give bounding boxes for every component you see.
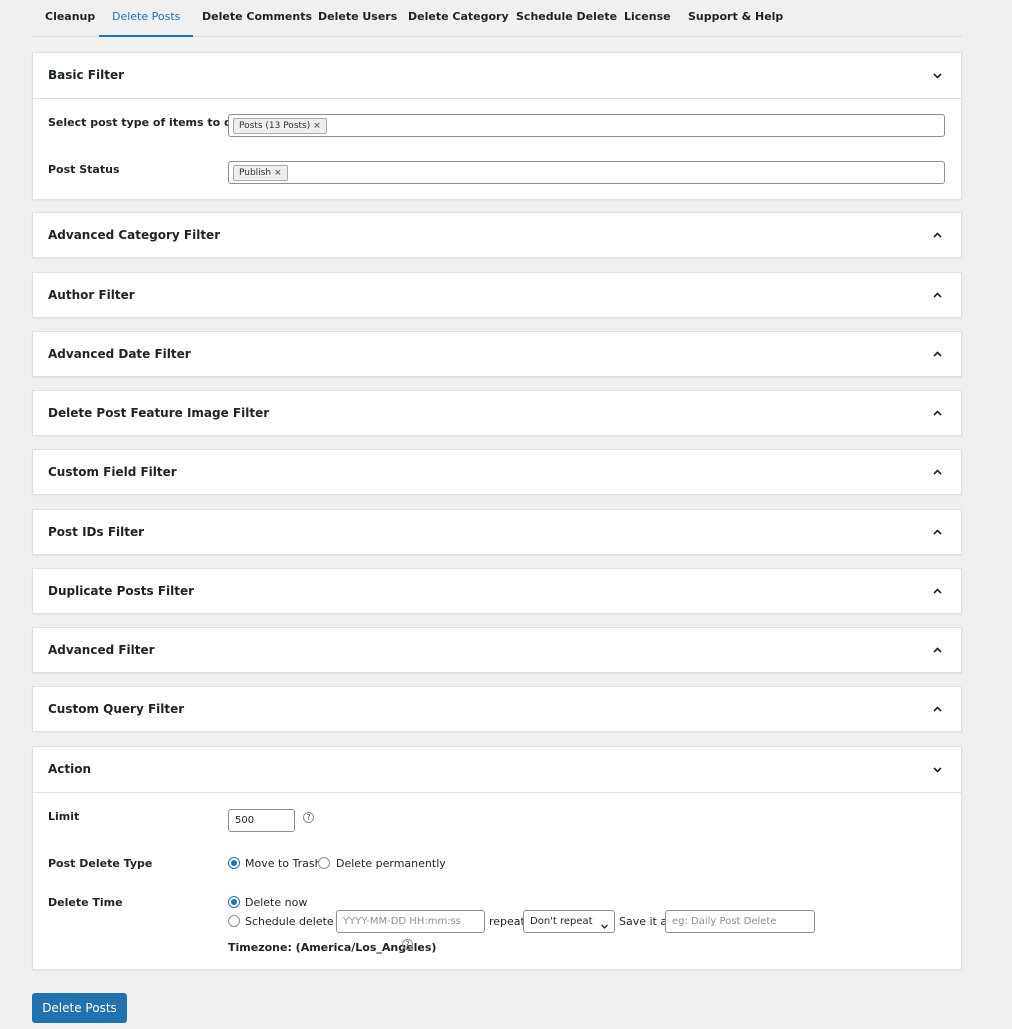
help-icon[interactable]: ?	[303, 812, 314, 823]
delete-permanently-label: Delete permanently	[336, 857, 446, 870]
chevron-down-icon[interactable]	[932, 764, 943, 775]
delete-time-label: Delete Time	[48, 896, 123, 909]
chevron-down-icon	[600, 918, 609, 939]
panel-header[interactable]: Author Filter	[33, 273, 961, 319]
tab-delete-posts[interactable]: Delete Posts	[99, 0, 194, 37]
advanced-date-filter-panel[interactable]: Advanced Date Filter	[32, 331, 962, 377]
chevron-up-icon[interactable]	[932, 645, 943, 656]
tab-cleanup[interactable]: Cleanup	[45, 0, 95, 37]
custom-query-filter-panel[interactable]: Custom Query Filter	[32, 686, 962, 732]
panel-header[interactable]: Advanced Date Filter	[33, 332, 961, 378]
panel-title: Action	[48, 762, 92, 776]
repeat-value: Don't repeat	[530, 916, 593, 927]
tab-delete-users[interactable]: Delete Users	[318, 0, 397, 37]
panel-header[interactable]: Duplicate Posts Filter	[33, 569, 961, 615]
tab-license[interactable]: License	[624, 0, 671, 37]
panel-title: Delete Post Feature Image Filter	[48, 406, 270, 420]
chevron-up-icon[interactable]	[932, 527, 943, 538]
close-icon[interactable]: ×	[274, 168, 282, 178]
help-icon[interactable]: ?	[402, 939, 413, 950]
move-to-trash-radio[interactable]	[228, 857, 240, 869]
panel-title: Duplicate Posts Filter	[48, 584, 195, 598]
panel-title: Basic Filter	[48, 68, 125, 82]
post-status-select[interactable]: Publish ×	[228, 161, 945, 184]
limit-input[interactable]: 500	[228, 809, 295, 832]
panel-title: Custom Field Filter	[48, 465, 177, 479]
panel-header[interactable]: Advanced Filter	[33, 628, 961, 674]
custom-field-filter-panel[interactable]: Custom Field Filter	[32, 449, 962, 495]
action-panel: Action Limit 500 ? Post Delete Type Move…	[32, 746, 962, 970]
advanced-category-filter-panel[interactable]: Advanced Category Filter	[32, 212, 962, 258]
tag-label: Publish	[239, 168, 272, 178]
panel-title: Author Filter	[48, 288, 135, 302]
panel-title: Post IDs Filter	[48, 525, 145, 539]
advanced-filter-panel[interactable]: Advanced Filter	[32, 627, 962, 673]
chevron-up-icon[interactable]	[932, 230, 943, 241]
post-status-tag: Publish ×	[233, 165, 288, 181]
post-ids-filter-panel[interactable]: Post IDs Filter	[32, 509, 962, 555]
post-status-label: Post Status	[48, 163, 120, 176]
delete-now-radio[interactable]	[228, 896, 240, 908]
panel-header[interactable]: Post IDs Filter	[33, 510, 961, 556]
tab-delete-comments[interactable]: Delete Comments	[202, 0, 312, 37]
panel-header[interactable]: Custom Query Filter	[33, 687, 961, 733]
delete-permanently-radio[interactable]	[318, 857, 330, 869]
limit-label: Limit	[48, 810, 80, 823]
schedule-delete-radio[interactable]	[228, 915, 240, 927]
feature-image-filter-panel[interactable]: Delete Post Feature Image Filter	[32, 390, 962, 436]
schedule-datetime-input[interactable]: YYYY-MM-DD HH:mm:ss	[336, 910, 485, 933]
repeat-label: repeat	[489, 915, 525, 928]
panel-title: Advanced Date Filter	[48, 347, 191, 361]
tab-support-help[interactable]: Support & Help	[688, 0, 783, 37]
author-filter-panel[interactable]: Author Filter	[32, 272, 962, 318]
chevron-up-icon[interactable]	[932, 586, 943, 597]
post-type-select[interactable]: Posts (13 Posts) ×	[228, 114, 945, 137]
panel-header[interactable]: Custom Field Filter	[33, 450, 961, 496]
repeat-select[interactable]: Don't repeat	[523, 910, 615, 933]
chevron-up-icon[interactable]	[932, 704, 943, 715]
basic-filter-header[interactable]: Basic Filter	[33, 53, 961, 99]
move-to-trash-label: Move to Trash	[245, 857, 322, 870]
chevron-down-icon[interactable]	[932, 70, 943, 81]
basic-filter-panel: Basic Filter Select post type of items t…	[32, 52, 962, 200]
tab-delete-category[interactable]: Delete Category	[408, 0, 509, 37]
delete-now-label: Delete now	[245, 896, 308, 909]
chevron-up-icon[interactable]	[932, 290, 943, 301]
panel-title: Advanced Category Filter	[48, 228, 221, 242]
panel-title: Advanced Filter	[48, 643, 155, 657]
save-as-input[interactable]: eg: Daily Post Delete	[665, 910, 815, 933]
panel-header[interactable]: Advanced Category Filter	[33, 213, 961, 259]
schedule-delete-label: Schedule delete at	[245, 915, 349, 928]
close-icon[interactable]: ×	[313, 121, 321, 131]
post-delete-type-label: Post Delete Type	[48, 857, 153, 870]
chevron-up-icon[interactable]	[932, 467, 943, 478]
tag-label: Posts (13 Posts)	[239, 121, 311, 131]
chevron-up-icon[interactable]	[932, 349, 943, 360]
panel-title: Custom Query Filter	[48, 702, 185, 716]
delete-posts-button[interactable]: Delete Posts	[32, 993, 127, 1023]
tab-bar: Cleanup Delete Posts Delete Comments Del…	[32, 0, 962, 37]
duplicate-posts-filter-panel[interactable]: Duplicate Posts Filter	[32, 568, 962, 614]
chevron-up-icon[interactable]	[932, 408, 943, 419]
post-type-tag: Posts (13 Posts) ×	[233, 118, 327, 134]
panel-header[interactable]: Delete Post Feature Image Filter	[33, 391, 961, 437]
action-header[interactable]: Action	[33, 747, 961, 793]
tab-schedule-delete[interactable]: Schedule Delete	[516, 0, 617, 37]
